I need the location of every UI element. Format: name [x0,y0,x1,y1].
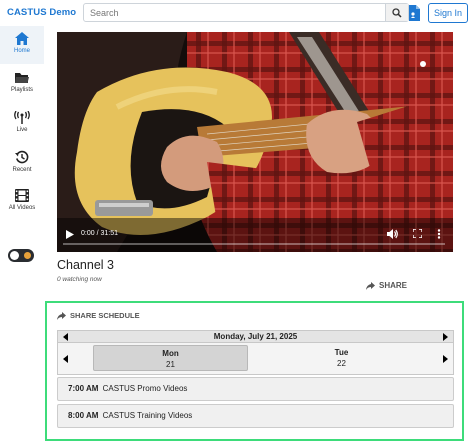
sidebar-item-recent[interactable]: Recent [0,144,44,182]
program-time: 7:00 AM [68,384,99,393]
sidebar-item-label: Playlists [10,87,33,93]
sidebar-item-home[interactable]: Home [0,26,44,64]
program-time: 8:00 AM [68,411,99,420]
history-icon [15,150,29,164]
watching-count: 0 watching now [57,276,102,283]
video-time: 0:00 / 31:51 [81,230,118,237]
fullscreen-icon[interactable] [413,229,422,238]
sidebar-item-label: Home [13,48,30,54]
video-player[interactable]: 0:00 / 31:51 [57,32,453,252]
share-schedule-button[interactable]: SHARE SCHEDULE [57,311,140,320]
day-number: 22 [337,359,346,368]
volume-icon[interactable] [387,229,398,239]
current-date: Monday, July 21, 2025 [213,332,298,341]
sidebar: Home Playlists Live Recent All Videos [0,26,44,429]
share-icon [366,281,375,290]
next-date-icon[interactable] [443,333,448,341]
next-day-icon[interactable] [443,355,448,363]
sidebar-item-all-videos[interactable]: All Videos [0,183,44,221]
search-box [83,3,409,22]
search-icon [392,7,402,18]
day-number: 21 [166,360,175,369]
sidebar-item-label: Live [16,127,28,133]
day-tab[interactable]: Mon 21 [93,345,248,371]
dark-mode-toggle[interactable] [8,249,34,262]
sidebar-item-label: Recent [12,167,32,173]
video-controls: 0:00 / 31:51 [57,226,453,252]
day-name: Mon [162,349,179,358]
film-icon [15,189,29,202]
play-icon[interactable] [66,230,74,239]
search-button[interactable] [385,4,408,21]
top-bar: CASTUS Demo Sign In [0,0,474,26]
share-icon [57,311,66,320]
sidebar-item-playlists[interactable]: Playlists [0,66,44,104]
sign-in-button[interactable]: Sign In [428,3,468,23]
toggle-indicator [24,252,31,259]
program-title: CASTUS Training Videos [102,411,193,420]
toggle-knob [10,251,19,260]
day-name: Tue [334,348,349,357]
share-label: SHARE [379,281,408,290]
channel-title: Channel 3 [57,258,114,272]
video-frame [57,32,453,252]
previous-day-icon[interactable] [63,355,68,363]
sidebar-item-live[interactable]: Live [0,105,44,143]
document-icon[interactable] [408,5,420,21]
share-button[interactable]: SHARE [366,281,407,290]
brand-logo[interactable]: CASTUS Demo [7,7,76,18]
home-icon [15,32,29,45]
day-selector: Mon 21 Tue 22 [57,343,454,375]
antenna-icon [14,111,30,124]
schedule-item[interactable]: 8:00 AM CASTUS Training Videos [57,404,454,428]
schedule-item[interactable]: 7:00 AM CASTUS Promo Videos [57,377,454,401]
day-tab[interactable]: Tue 22 [264,345,419,371]
share-schedule-label: SHARE SCHEDULE [70,311,140,320]
folder-icon [15,73,29,83]
search-input[interactable] [84,4,385,21]
sidebar-item-label: All Videos [8,205,36,211]
more-options-icon[interactable] [437,229,441,239]
video-progress-bar[interactable] [63,243,445,245]
date-navigator: Monday, July 21, 2025 [57,330,454,343]
program-title: CASTUS Promo Videos [102,384,188,393]
schedule-panel: SHARE SCHEDULE Monday, July 21, 2025 Mon… [45,301,464,441]
